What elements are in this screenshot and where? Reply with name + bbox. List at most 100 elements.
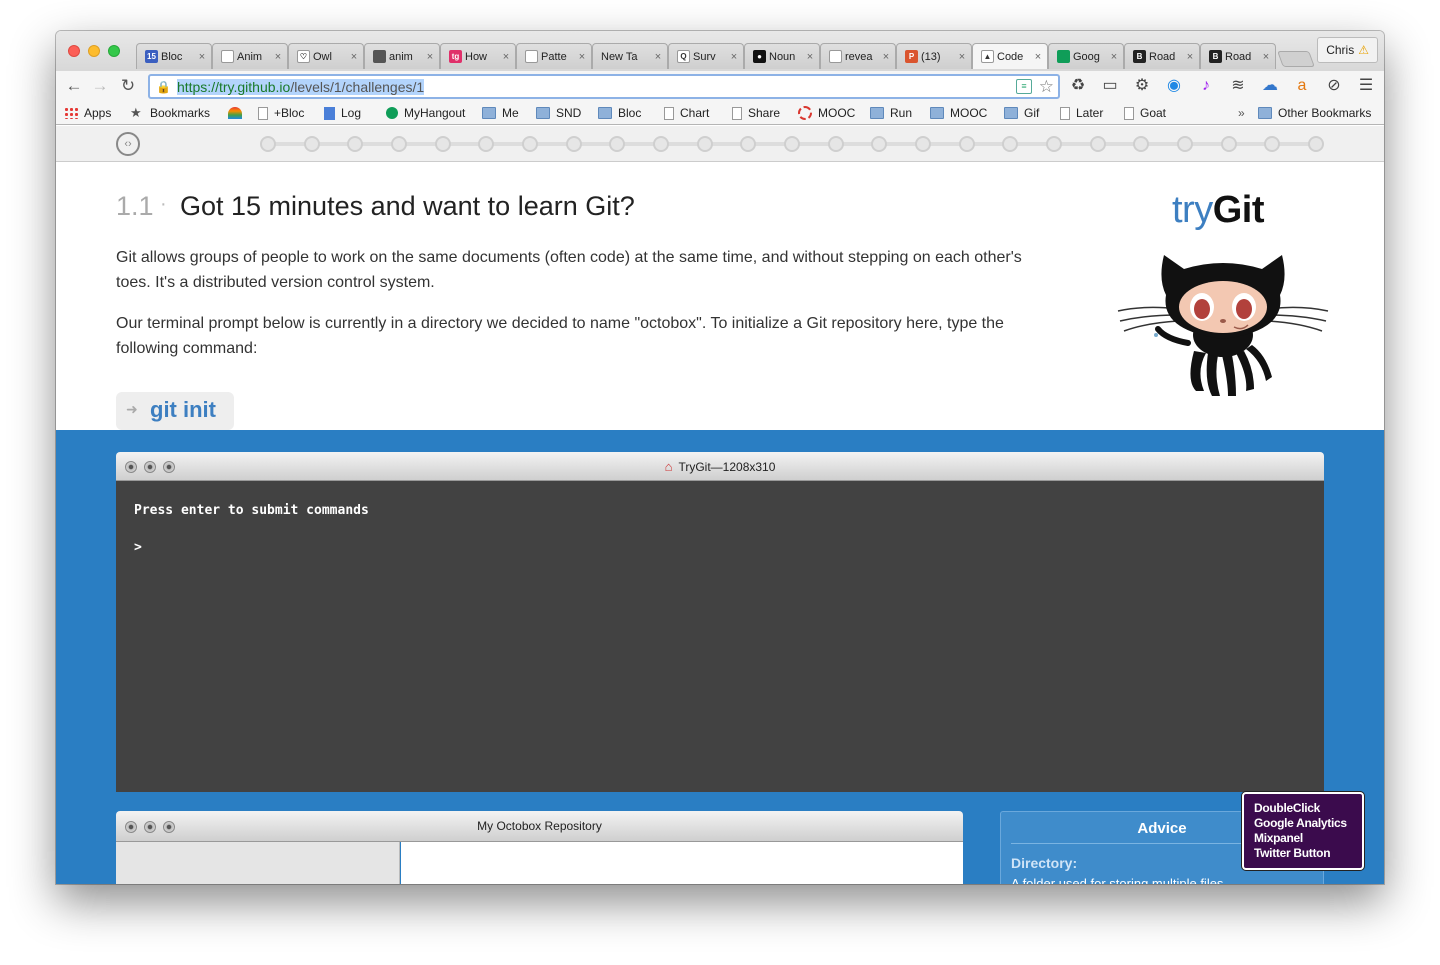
progress-step[interactable]	[784, 136, 800, 152]
browser-tab[interactable]: ♡ Owl ×	[288, 43, 364, 69]
bookmark-item[interactable]: ★ Bookmarks	[130, 105, 210, 121]
bookmark-item[interactable]: Me	[482, 105, 519, 121]
zoom-window-button[interactable]	[108, 45, 120, 57]
bookmark-item[interactable]: Goat	[1124, 105, 1166, 121]
tab-close-icon[interactable]: ×	[1033, 51, 1043, 63]
bookmark-item[interactable]: Log	[324, 105, 361, 121]
progress-step[interactable]	[522, 136, 538, 152]
progress-step[interactable]	[740, 136, 757, 152]
menu-icon[interactable]: ☰	[1356, 76, 1376, 96]
bookmark-item[interactable]: +Bloc	[258, 105, 304, 121]
progress-step[interactable]	[1308, 136, 1324, 152]
tab-close-icon[interactable]: ×	[501, 51, 511, 63]
new-tab-button[interactable]	[1277, 51, 1315, 67]
progress-step[interactable]	[478, 136, 495, 152]
terminal-screen[interactable]: Press enter to submit commands >	[116, 481, 1324, 792]
progress-step[interactable]	[958, 136, 975, 152]
browser-tab[interactable]: ● Noun ×	[744, 43, 820, 69]
progress-step[interactable]	[609, 136, 626, 152]
bookmark-item[interactable]: MyHangout	[386, 105, 465, 121]
browser-tab[interactable]: ▲ Code ×	[972, 43, 1048, 69]
progress-step[interactable]	[434, 136, 451, 152]
tab-close-icon[interactable]: ×	[1261, 51, 1271, 63]
tab-close-icon[interactable]: ×	[197, 51, 207, 63]
prev-challenge-icon[interactable]: ‹›	[116, 132, 140, 156]
forward-icon[interactable]: →	[90, 76, 110, 96]
globe-extension-icon[interactable]: ◉	[1164, 76, 1184, 96]
browser-tab[interactable]: Q Surv ×	[668, 43, 744, 69]
progress-step[interactable]	[915, 136, 931, 152]
address-bar[interactable]: 🔒 https://try.github.io/levels/1/challen…	[148, 74, 1060, 99]
progress-step[interactable]	[1002, 136, 1019, 152]
music-extension-icon[interactable]: ♪	[1196, 76, 1216, 96]
browser-tab[interactable]: B Road ×	[1124, 43, 1200, 69]
progress-step[interactable]	[1264, 136, 1281, 152]
browser-tab[interactable]: Goog ×	[1048, 43, 1124, 69]
bookmark-item[interactable]: Bloc	[598, 105, 641, 121]
other-bookmarks[interactable]: Other Bookmarks	[1258, 105, 1371, 121]
progress-step[interactable]	[1220, 136, 1237, 152]
progress-step[interactable]	[653, 136, 669, 152]
progress-step[interactable]	[303, 136, 320, 152]
bookmark-item[interactable]: Run	[870, 105, 912, 121]
bookmark-item[interactable]: MOOC	[798, 105, 855, 121]
close-window-button[interactable]	[68, 45, 80, 57]
tab-close-icon[interactable]: ×	[349, 51, 359, 63]
screenshot-extension-icon[interactable]: ▭	[1100, 76, 1120, 96]
rss-icon[interactable]: ≡	[1016, 79, 1032, 94]
browser-tab[interactable]: 15 Bloc ×	[136, 43, 212, 69]
reload-icon[interactable]: ↻	[118, 76, 138, 96]
browser-tab[interactable]: tg How ×	[440, 43, 516, 69]
progress-step[interactable]	[391, 136, 407, 152]
tab-close-icon[interactable]: ×	[577, 51, 587, 63]
tab-close-icon[interactable]: ×	[425, 51, 435, 63]
bookmark-item[interactable]: Gif	[1004, 105, 1039, 121]
progress-step[interactable]	[1046, 136, 1062, 152]
gear-extension-icon[interactable]: ⚙	[1132, 76, 1152, 96]
bookmark-item[interactable]	[228, 105, 248, 121]
browser-tab[interactable]: revea ×	[820, 43, 896, 69]
url-text[interactable]: https://try.github.io/levels/1/challenge…	[176, 78, 425, 95]
tab-close-icon[interactable]: ×	[729, 51, 739, 63]
bookmark-item[interactable]: SND	[536, 105, 581, 121]
command-hint-button[interactable]: ➜ git init	[116, 392, 234, 430]
bookmark-star-icon[interactable]: ☆	[1039, 77, 1054, 97]
compass-extension-icon[interactable]: ⊘	[1324, 76, 1344, 96]
ghostery-tracker-popup[interactable]: DoubleClick Google Analytics Mixpanel Twitt…	[1242, 792, 1364, 870]
browser-tab[interactable]: B Road ×	[1200, 43, 1276, 69]
amazon-extension-icon[interactable]: a	[1292, 76, 1312, 96]
tab-close-icon[interactable]: ×	[881, 51, 891, 63]
layers-extension-icon[interactable]: ≋	[1228, 76, 1248, 96]
browser-tab[interactable]: Patte ×	[516, 43, 592, 69]
bookmark-item[interactable]: Share	[732, 105, 780, 121]
progress-step[interactable]	[871, 136, 888, 152]
back-icon[interactable]: ←	[64, 76, 84, 96]
tab-close-icon[interactable]: ×	[805, 51, 815, 63]
profile-button[interactable]: Chris ⚠	[1317, 37, 1378, 63]
bookmark-item[interactable]: MOOC	[930, 105, 987, 121]
bookmark-item[interactable]: Apps	[64, 105, 111, 121]
browser-tab[interactable]: P (13) ×	[896, 43, 972, 69]
recycle-extension-icon[interactable]: ♻	[1068, 76, 1088, 96]
progress-step[interactable]	[1133, 136, 1150, 152]
tab-close-icon[interactable]: ×	[1109, 51, 1119, 63]
progress-step[interactable]	[260, 136, 276, 152]
progress-step[interactable]	[565, 136, 582, 152]
tab-close-icon[interactable]: ×	[653, 51, 663, 63]
bookmarks-overflow-chevron[interactable]: »	[1238, 105, 1245, 121]
terminal-prompt[interactable]: >	[134, 540, 1306, 555]
browser-tab[interactable]: anim ×	[364, 43, 440, 69]
bookmark-item[interactable]: Later	[1060, 105, 1103, 121]
minimize-window-button[interactable]	[88, 45, 100, 57]
ghostery-extension-icon[interactable]: ☁	[1260, 76, 1280, 96]
browser-tab[interactable]: Anim ×	[212, 43, 288, 69]
browser-tab[interactable]: New Ta ×	[592, 43, 668, 69]
bookmark-item[interactable]: Chart	[664, 105, 709, 121]
progress-step[interactable]	[347, 136, 364, 152]
progress-step[interactable]	[827, 136, 844, 152]
tab-close-icon[interactable]: ×	[273, 51, 283, 63]
progress-step[interactable]	[1177, 136, 1193, 152]
tab-close-icon[interactable]: ×	[957, 51, 967, 63]
progress-step[interactable]	[696, 136, 713, 152]
tab-close-icon[interactable]: ×	[1185, 51, 1195, 63]
